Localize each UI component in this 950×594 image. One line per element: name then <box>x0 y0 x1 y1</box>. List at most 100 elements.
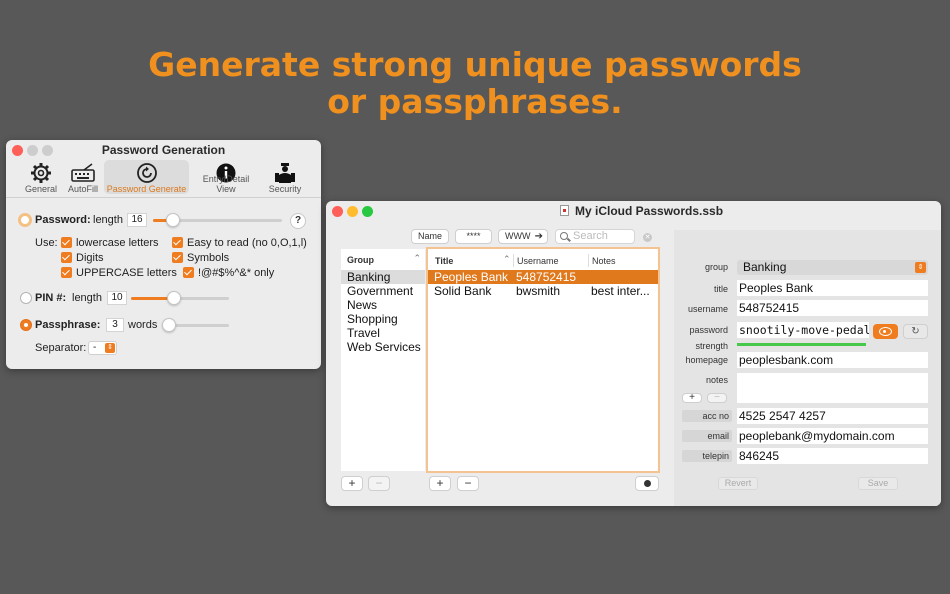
search-icon <box>643 480 651 487</box>
add-custom-field-button[interactable]: + <box>682 393 702 403</box>
pin-label: PIN #: <box>35 292 67 304</box>
words-label: words <box>128 319 158 331</box>
tab-security[interactable]: Security <box>266 160 304 194</box>
notes-column-header[interactable]: Notes <box>592 256 616 266</box>
uppercase-label: UPPERCASE letters <box>76 267 177 279</box>
revert-button[interactable]: Revert <box>718 477 758 490</box>
add-group-button[interactable]: + <box>341 476 363 491</box>
toolbar-divider <box>6 197 321 198</box>
guard-icon <box>266 162 304 184</box>
digits-label: Digits <box>76 252 104 264</box>
reveal-password-button[interactable] <box>873 324 898 339</box>
column-divider <box>588 254 589 267</box>
custom-field-value[interactable]: 846245 <box>737 448 928 464</box>
group-item[interactable]: Shopping <box>341 312 425 326</box>
inspect-button[interactable] <box>635 476 659 491</box>
custom-field-value[interactable]: 4525 2547 4257 <box>737 408 928 424</box>
refresh-icon <box>104 162 189 184</box>
group-item[interactable]: News <box>341 298 425 312</box>
digits-checkbox[interactable] <box>61 252 72 263</box>
generate-password-button[interactable]: ↻ <box>903 324 928 339</box>
tab-label: AutoFill <box>67 184 98 194</box>
tab-entry-detail-view[interactable]: Entry/Detail View <box>192 160 260 194</box>
symbols-checkbox[interactable] <box>172 252 183 263</box>
search-placeholder: Search <box>573 230 608 242</box>
table-row[interactable]: Solid Bank bwsmith best inter... <box>428 284 658 298</box>
show-passwords-button[interactable]: **** <box>455 229 492 244</box>
clear-search-icon[interactable]: ✕ <box>643 233 652 242</box>
gear-icon <box>24 162 58 184</box>
group-item[interactable]: Government <box>341 284 425 298</box>
symbols-only-checkbox[interactable] <box>183 267 194 278</box>
password-slider-knob[interactable] <box>166 213 180 227</box>
remove-group-button[interactable]: − <box>368 476 390 491</box>
username-column-header[interactable]: Username <box>517 256 559 266</box>
passphrase-words-field[interactable]: 3 <box>106 318 124 332</box>
tab-general[interactable]: General <box>24 160 58 194</box>
table-row[interactable]: Peoples Bank 548752415 <box>428 270 658 284</box>
uppercase-checkbox[interactable] <box>61 267 72 278</box>
tab-label: Entry/Detail View <box>202 174 250 194</box>
title-field-label: title <box>713 284 728 294</box>
custom-field-label[interactable]: acc no <box>682 410 732 422</box>
pin-slider-knob[interactable] <box>167 291 181 305</box>
username-field-label: username <box>687 304 728 314</box>
group-column-header[interactable]: Group <box>347 255 374 265</box>
passphrase-radio[interactable] <box>20 319 32 331</box>
notes-field[interactable] <box>737 373 928 403</box>
zoom-window-button[interactable] <box>362 206 373 217</box>
tab-label: Security <box>268 184 302 194</box>
cell-title: Solid Bank <box>434 284 492 298</box>
column-divider <box>513 254 514 267</box>
lowercase-label: lowercase letters <box>76 237 159 249</box>
search-input[interactable]: Search <box>555 229 635 244</box>
easy-to-read-label: Easy to read (no 0,O,1,l) <box>187 237 307 249</box>
group-item[interactable]: Web Services <box>341 340 425 354</box>
remove-entry-button[interactable]: − <box>457 476 479 491</box>
custom-field-label[interactable]: telepin <box>682 450 732 462</box>
remove-custom-field-button[interactable]: − <box>707 393 727 403</box>
group-popup-value: Banking <box>743 260 787 274</box>
tab-autofill[interactable]: AutoFill <box>66 160 100 194</box>
tab-password-generate[interactable]: Password Generate <box>104 160 189 194</box>
password-strength-bar <box>737 343 866 346</box>
strength-label: strength <box>695 341 728 351</box>
title-column-header[interactable]: Title <box>435 256 453 266</box>
window-title: Password Generation <box>101 143 226 157</box>
password-length-field[interactable]: 16 <box>127 213 147 227</box>
arrow-circle-icon: ➔ <box>534 231 543 242</box>
lowercase-checkbox[interactable] <box>61 237 72 248</box>
group-item[interactable]: Banking <box>341 270 425 284</box>
document-icon <box>560 205 569 216</box>
keyboard-icon <box>66 162 100 184</box>
homepage-field-label: homepage <box>685 355 728 365</box>
close-window-button[interactable] <box>332 206 343 217</box>
password-radio[interactable] <box>18 213 32 227</box>
save-button[interactable]: Save <box>858 477 898 490</box>
passphrase-slider-knob[interactable] <box>162 318 176 332</box>
custom-field-value[interactable]: peoplebank@mydomain.com <box>737 428 928 444</box>
group-popup[interactable]: Banking ⇕ <box>737 260 928 275</box>
group-field-label: group <box>704 262 728 272</box>
help-button[interactable]: ? <box>290 213 306 229</box>
chevron-updown-icon: ⇕ <box>915 262 926 273</box>
password-field[interactable]: snootily-move-pedal <box>737 322 869 338</box>
open-website-button[interactable]: WWW ➔ <box>498 229 548 244</box>
symbols-label: Symbols <box>187 252 230 264</box>
notes-field-label: notes <box>705 375 728 385</box>
custom-field-label[interactable]: email <box>682 430 732 442</box>
minimize-window-button[interactable] <box>347 206 358 217</box>
pin-radio[interactable] <box>20 292 32 304</box>
username-field[interactable]: 548752415 <box>737 300 928 316</box>
title-field[interactable]: Peoples Bank <box>737 280 928 296</box>
headline-line-1: Generate strong unique passwords <box>148 45 802 84</box>
separator-popup[interactable]: - ⇕ <box>88 341 117 355</box>
sort-name-button[interactable]: Name <box>411 229 449 244</box>
group-item[interactable]: Travel <box>341 326 425 340</box>
pin-length-field[interactable]: 10 <box>107 291 127 305</box>
homepage-field[interactable]: peoplesbank.com <box>737 352 928 368</box>
refresh-icon: ↻ <box>911 326 920 337</box>
easy-to-read-checkbox[interactable] <box>172 237 183 248</box>
add-entry-button[interactable]: + <box>429 476 451 491</box>
symbols-only-label: !@#$%^&* only <box>198 267 275 279</box>
